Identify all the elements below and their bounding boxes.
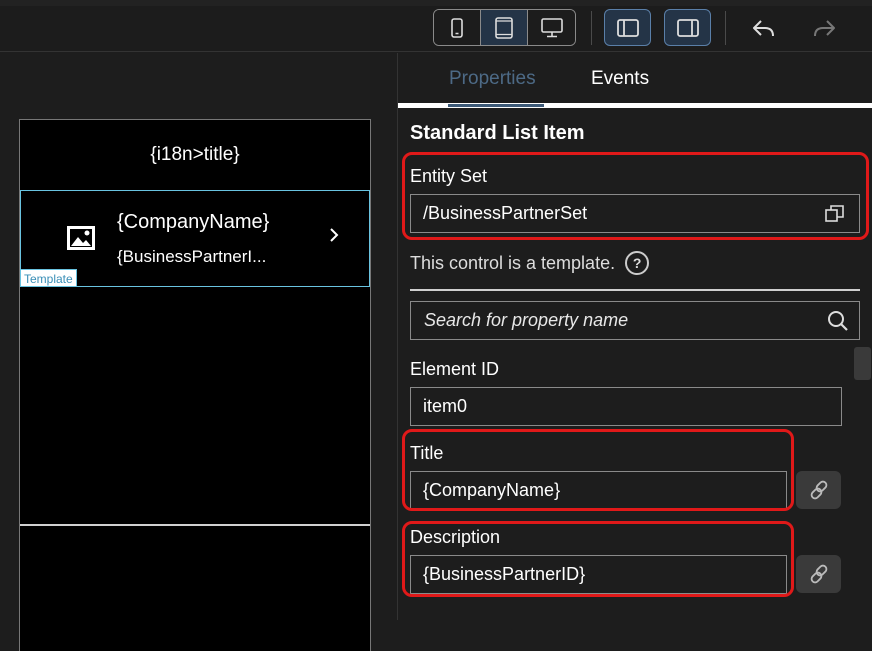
right-panel-icon	[676, 18, 699, 37]
properties-panel: Properties Events Standard List Item Ent…	[397, 53, 872, 620]
scrollbar-thumb[interactable]	[854, 347, 871, 380]
tab-events[interactable]: Events	[591, 68, 649, 90]
element-id-label: Element ID	[410, 359, 500, 379]
highlight-description	[402, 521, 794, 597]
search-placeholder: Search for property name	[424, 310, 629, 330]
template-tag: Template	[20, 269, 77, 287]
panel-tabs: Properties Events	[398, 53, 872, 108]
device-switcher	[433, 9, 576, 46]
device-preview: {i18n>title} {CompanyName} {BusinessPart…	[19, 119, 371, 651]
toolbar-separator	[591, 11, 592, 45]
desktop-icon	[540, 17, 563, 38]
footer-divider	[20, 524, 370, 526]
undo-icon	[751, 18, 777, 38]
element-id-value: item0	[423, 396, 468, 416]
link-icon	[809, 480, 829, 500]
link-icon	[809, 564, 829, 584]
chevron-right-icon	[329, 227, 339, 243]
preview-page-title[interactable]: {i18n>title}	[20, 120, 370, 190]
template-list-item[interactable]: {CompanyName} {BusinessPartnerI... Templ…	[20, 190, 370, 287]
tablet-icon	[495, 16, 513, 39]
title-binding-button[interactable]	[796, 471, 841, 509]
toolbar-separator	[725, 11, 726, 45]
undo-button[interactable]	[740, 9, 787, 46]
description-binding-button[interactable]	[796, 555, 841, 593]
search-icon[interactable]	[827, 310, 849, 332]
redo-icon	[811, 18, 837, 38]
desktop-view-button[interactable]	[528, 10, 575, 45]
help-icon[interactable]: ?	[625, 251, 650, 275]
tablet-view-button[interactable]	[481, 10, 528, 45]
top-strip	[0, 0, 872, 6]
redo-button[interactable]	[800, 9, 847, 46]
element-id-field[interactable]: item0	[410, 387, 842, 426]
phone-icon	[451, 17, 463, 38]
highlight-title	[402, 429, 794, 511]
list-item-title: {CompanyName}	[117, 211, 270, 233]
active-tab-indicator	[448, 104, 544, 107]
section-divider	[410, 289, 860, 291]
property-search-input[interactable]: Search for property name	[410, 301, 860, 340]
toggle-left-panel-button[interactable]	[604, 9, 651, 46]
template-note: This control is a template. ?	[410, 251, 650, 275]
control-type-title: Standard List Item	[410, 122, 585, 144]
phone-view-button[interactable]	[434, 10, 481, 45]
left-panel-icon	[616, 18, 639, 37]
toolbar	[0, 0, 872, 52]
toggle-right-panel-button[interactable]	[664, 9, 711, 46]
tab-properties[interactable]: Properties	[449, 68, 536, 90]
list-item-description: {BusinessPartnerI...	[117, 247, 267, 266]
image-icon	[66, 225, 96, 251]
highlight-entity-set	[402, 152, 869, 240]
template-note-text: This control is a template.	[410, 252, 616, 273]
preview-canvas: {i18n>title} {CompanyName} {BusinessPart…	[0, 53, 397, 651]
